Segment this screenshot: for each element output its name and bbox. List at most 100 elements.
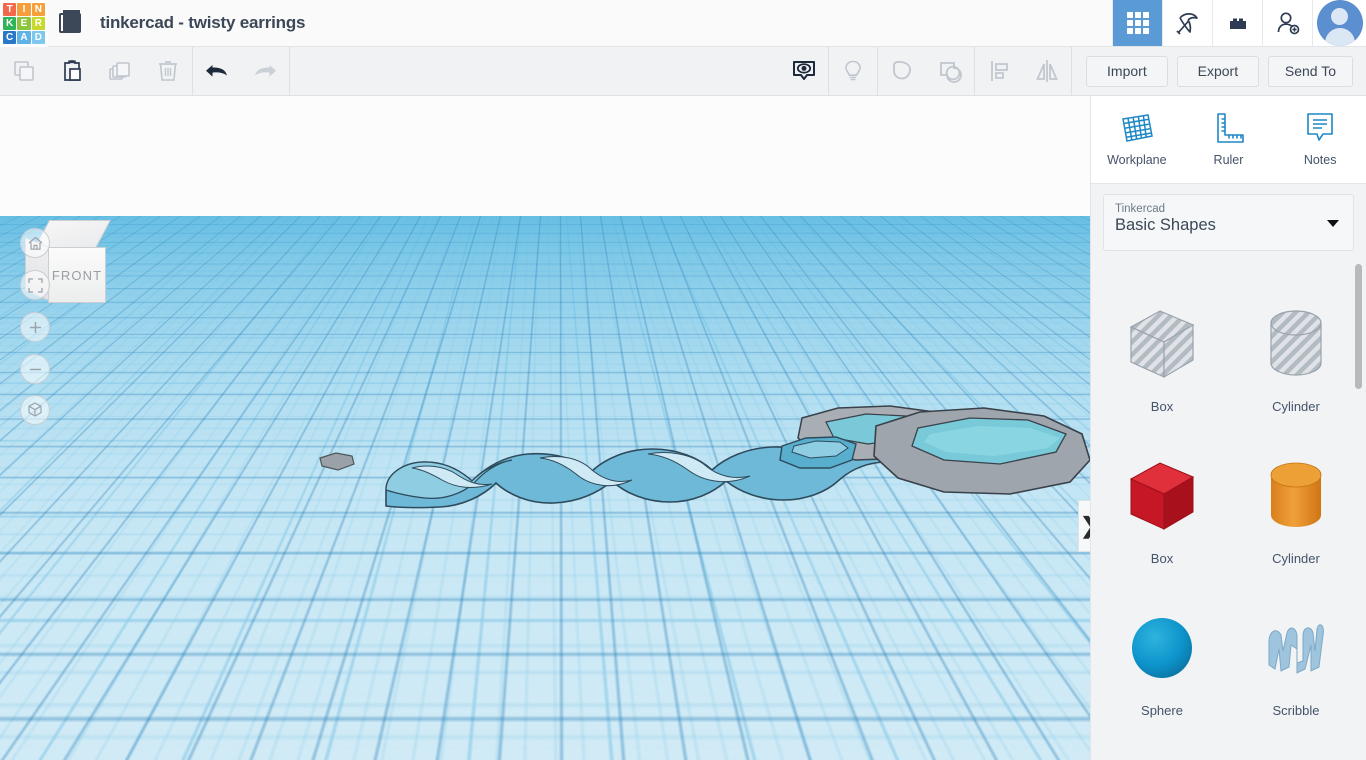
lego-brick-icon-glyph [1224,9,1252,37]
undo-button[interactable] [193,47,241,96]
model-objects[interactable] [0,96,1090,760]
logo-cell-i: I [17,3,30,16]
avatar[interactable] [1312,0,1366,46]
cube-perspective-icon [26,401,44,419]
header-spacer [305,0,1112,46]
shape-label: Scribble [1273,703,1320,718]
workplane-tool-label: Workplane [1107,153,1167,167]
shape-grid: Box Cylinder Box Cylinder Sphere Scribbl… [1091,273,1366,760]
solid-button[interactable] [878,47,926,96]
duplicate-button[interactable] [96,47,144,96]
shape-sphere[interactable]: Sphere [1095,585,1229,737]
shape-label: Cylinder [1272,399,1320,414]
add-person-icon[interactable] [1262,0,1312,46]
notes-tool-label: Notes [1304,153,1337,167]
logo-cell-n: N [32,3,45,16]
lego-brick-icon[interactable] [1212,0,1262,46]
show-hide-button[interactable] [780,47,828,96]
home-view-button[interactable] [20,228,50,258]
file-actions-group: Import Export Send To [1072,56,1366,87]
toolbar-divider [289,47,290,96]
solid-cylinder-thumbnail [1253,453,1339,539]
view-cube-front-face[interactable]: FRONT [48,247,106,303]
mirror-icon [1031,56,1063,86]
shape-box-hole[interactable]: Box [1095,281,1229,433]
main-toolbar: Import Export Send To [0,47,1366,96]
panel-tool-row: Workplane Ruler Notes [1091,96,1366,184]
delete-button[interactable] [144,47,192,96]
align-icon [984,56,1014,86]
ruler-tool[interactable]: Ruler [1192,110,1264,167]
notes-icon [1301,110,1339,146]
minus-icon [27,361,44,378]
shape-cylinder-hole[interactable]: Cylinder [1229,281,1363,433]
project-menu-button[interactable] [48,0,92,46]
shape-library-name: Tinkercad [1115,203,1342,215]
perspective-toggle-button[interactable] [20,395,50,425]
model-small-chip[interactable] [320,453,354,470]
history-tool-group [193,47,289,96]
redo-icon [249,57,281,85]
shapes-panel: Workplane Ruler Notes Tinkercad Basic Sh… [1090,96,1366,760]
model-blue-cap[interactable] [780,437,856,468]
align-button[interactable] [975,47,1023,96]
pickaxe-icon-glyph [1174,9,1202,37]
app-header: TINKERCAD tinkercad - twisty earrings [0,0,1366,47]
grid-icon[interactable] [1112,0,1162,46]
hole-box-thumbnail [1119,301,1205,387]
hole-button[interactable] [926,47,974,96]
logo-cell-c: C [3,31,16,44]
tinkercad-logo[interactable]: TINKERCAD [0,0,48,47]
panel-scrollbar[interactable] [1355,264,1362,756]
edit-tool-group [0,47,192,96]
3d-viewport[interactable]: FRONT [0,96,1090,760]
shape-partial-purple[interactable] [1229,737,1363,760]
fit-view-icon [27,277,44,294]
logo-cell-t: T [3,3,16,16]
solid-box-thumbnail [1119,453,1205,539]
shape-box-red[interactable]: Box [1095,433,1229,585]
avatar-image [1317,0,1363,46]
shape-category-name: Basic Shapes [1115,216,1342,235]
trash-icon [154,57,182,85]
logo-grid: TINKERCAD [2,2,46,46]
workplane-tool[interactable]: Workplane [1101,110,1173,167]
shape-label: Cylinder [1272,551,1320,566]
shape-scribble[interactable]: Scribble [1229,585,1363,737]
light-button[interactable] [829,47,877,96]
shape-partial-green[interactable] [1095,737,1229,760]
list-icon [59,13,81,33]
logo-cell-d: D [32,31,45,44]
shape-label: Sphere [1141,703,1183,718]
mirror-button[interactable] [1023,47,1071,96]
redo-button[interactable] [241,47,289,96]
solid-sphere-thumbnail [1119,605,1205,691]
import-button[interactable]: Import [1086,56,1168,87]
pickaxe-icon[interactable] [1162,0,1212,46]
tinkercad-app: TINKERCAD tinkercad - twisty earrings Im… [0,0,1366,760]
panel-scrollbar-thumb[interactable] [1355,264,1362,389]
grid-icon-glyph [1125,10,1151,36]
plus-icon [27,319,44,336]
solid-shape-icon [887,56,917,86]
paste-icon [58,57,86,85]
zoom-in-button[interactable] [20,312,50,342]
duplicate-icon [106,57,134,85]
zoom-out-button[interactable] [20,354,50,384]
ruler-tool-label: Ruler [1214,153,1244,167]
shape-label: Box [1151,399,1173,414]
logo-cell-e: E [17,17,30,30]
shape-cylinder-orange[interactable]: Cylinder [1229,433,1363,585]
shape-label: Box [1151,551,1173,566]
notes-tool[interactable]: Notes [1284,110,1356,167]
export-button[interactable]: Export [1177,56,1259,87]
shape-library-select[interactable]: Tinkercad Basic Shapes [1103,194,1354,251]
panel-toggle-button[interactable]: ❯ [1078,500,1090,552]
copy-button[interactable] [0,47,48,96]
fit-to-view-button[interactable] [20,270,50,300]
paste-button[interactable] [48,47,96,96]
send-to-button[interactable]: Send To [1268,56,1353,87]
model-grey-disc-large[interactable] [874,408,1090,494]
logo-cell-k: K [3,17,16,30]
page-title: tinkercad - twisty earrings [92,0,305,46]
